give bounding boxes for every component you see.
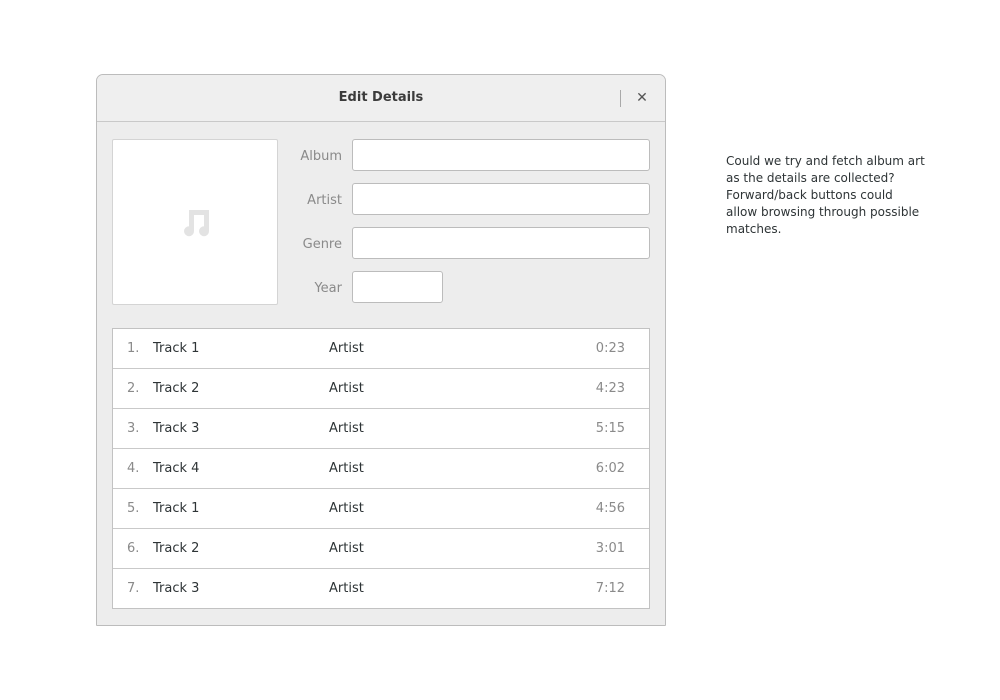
track-title: Track 1: [153, 341, 200, 356]
track-title: Track 3: [153, 581, 200, 596]
track-number: 6.: [127, 541, 140, 556]
edit-details-dialog: Edit Details ✕ Album Artist Genre Year 1…: [96, 74, 666, 626]
track-row[interactable]: 2. Track 2 Artist 4:23: [113, 368, 649, 409]
note-line: allow browsing through possible: [726, 205, 920, 219]
dialog-titlebar: Edit Details ✕: [97, 75, 665, 122]
track-artist: Artist: [329, 501, 364, 516]
track-number: 7.: [127, 581, 140, 596]
album-label: Album: [300, 149, 342, 164]
track-row[interactable]: 4. Track 4 Artist 6:02: [113, 448, 649, 489]
genre-label: Genre: [302, 237, 342, 252]
track-title: Track 4: [153, 461, 200, 476]
track-duration: 0:23: [595, 341, 625, 356]
track-row[interactable]: 1. Track 1 Artist 0:23: [113, 329, 649, 369]
design-annotation-note: Could we try and fetch album art as the …: [726, 153, 936, 238]
track-row[interactable]: 6. Track 2 Artist 3:01: [113, 528, 649, 569]
track-artist: Artist: [329, 421, 364, 436]
track-artist: Artist: [329, 341, 364, 356]
track-title: Track 3: [153, 421, 200, 436]
track-row[interactable]: 3. Track 3 Artist 5:15: [113, 408, 649, 449]
album-input[interactable]: [352, 139, 650, 171]
note-line: as the details are collected?: [726, 171, 895, 185]
track-duration: 7:12: [595, 581, 625, 596]
note-line: Could we try and fetch album art: [726, 154, 925, 168]
track-artist: Artist: [329, 461, 364, 476]
note-line: Forward/back buttons could: [726, 188, 893, 202]
track-row[interactable]: 7. Track 3 Artist 7:12: [113, 568, 649, 609]
track-title: Track 2: [153, 381, 200, 396]
year-label: Year: [314, 281, 342, 296]
track-title: Track 1: [153, 501, 200, 516]
track-number: 4.: [127, 461, 140, 476]
track-duration: 5:15: [595, 421, 625, 436]
music-note-icon: [184, 210, 210, 237]
artist-input[interactable]: [352, 183, 650, 215]
track-artist: Artist: [329, 541, 364, 556]
track-duration: 4:56: [595, 501, 625, 516]
track-duration: 4:23: [595, 381, 625, 396]
year-input[interactable]: [352, 271, 443, 303]
dialog-title: Edit Details: [338, 90, 424, 105]
track-number: 2.: [127, 381, 140, 396]
track-artist: Artist: [329, 581, 364, 596]
genre-input[interactable]: [352, 227, 650, 259]
album-art-placeholder[interactable]: [112, 139, 278, 305]
close-icon: ✕: [636, 90, 648, 106]
track-duration: 3:01: [595, 541, 625, 556]
track-row[interactable]: 5. Track 1 Artist 4:56: [113, 488, 649, 529]
track-list: 1. Track 1 Artist 0:23 2. Track 2 Artist…: [112, 328, 650, 609]
note-line: matches.: [726, 222, 782, 236]
track-number: 3.: [127, 421, 140, 436]
artist-label: Artist: [307, 193, 342, 208]
track-number: 1.: [127, 341, 140, 356]
track-number: 5.: [127, 501, 140, 516]
track-duration: 6:02: [595, 461, 625, 476]
track-artist: Artist: [329, 381, 364, 396]
titlebar-separator: [620, 90, 621, 107]
close-button[interactable]: ✕: [631, 87, 653, 109]
track-title: Track 2: [153, 541, 200, 556]
